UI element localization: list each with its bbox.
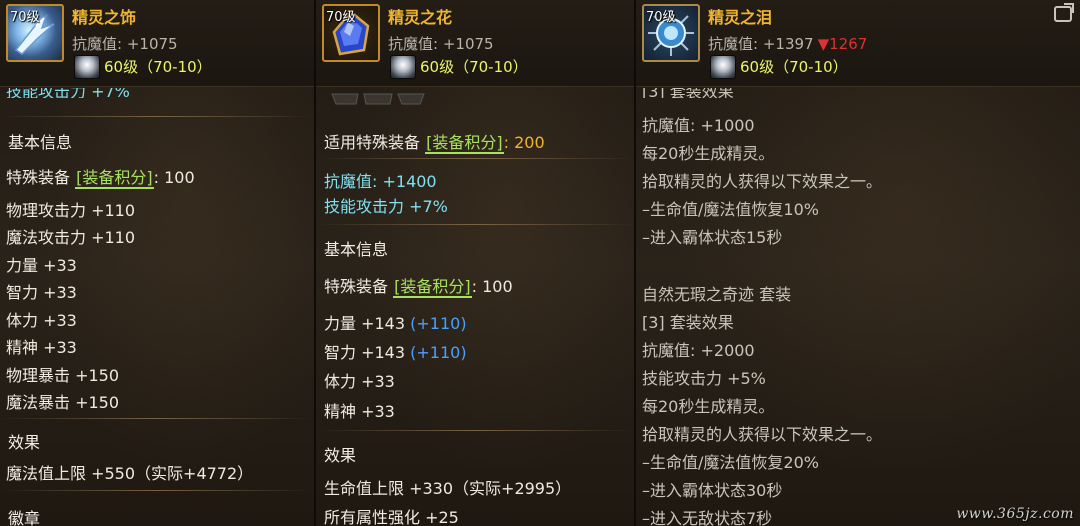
special-equip-value: : 100	[471, 277, 513, 296]
diamond-grade-icon	[710, 55, 736, 79]
special-equip-label: 特殊装备	[6, 168, 71, 187]
applicable-value: : 200	[503, 133, 545, 152]
equip-score-tag[interactable]: [装备积分]	[425, 133, 504, 154]
diamond-grade-icon	[74, 55, 100, 79]
resist-compare-down: ▼1267	[817, 35, 868, 53]
resist-number: : +1075	[433, 35, 494, 53]
level-badge: 70级	[646, 10, 676, 25]
stat-bonus: (+110)	[410, 314, 467, 333]
special-equip-value: : 100	[153, 168, 195, 187]
grade-text: 60级（70-10）	[740, 58, 848, 76]
set-effect-line: –生命值/魔法值恢复10%	[642, 200, 819, 219]
stat-str: 力量 +143	[324, 314, 406, 333]
tooltip-header: 70级 精灵之饰 抗魔值: +1075 60级（70-10）	[0, 0, 314, 87]
item-name: 精灵之饰	[72, 8, 137, 27]
resist-label: 抗魔值	[388, 35, 434, 53]
item-name: 精灵之花	[388, 8, 453, 27]
resist-value: 抗魔值: +1397 ▼1267	[708, 33, 867, 54]
set-effect-line: –生命值/魔法值恢复20%	[642, 453, 819, 472]
section-emblem: 徽章	[8, 509, 41, 526]
watermark: www.365jz.com	[956, 506, 1074, 522]
stat-line: 力量 +33	[6, 256, 77, 275]
special-equip-line: 特殊装备 [装备积分]: 100	[6, 164, 195, 189]
set-effect-line: 每20秒生成精灵。	[642, 144, 775, 163]
section-basic-info: 基本信息	[324, 240, 389, 259]
item-tooltip-ornament: 70级 精灵之饰 抗魔值: +1075 60级（70-10） 技能攻击力 +7%…	[0, 0, 314, 526]
equip-score-tag[interactable]: [装备积分]	[393, 277, 472, 298]
set-effect-line: 拾取精灵的人获得以下效果之一。	[642, 172, 883, 191]
set-effect-line: –进入霸体状态15秒	[642, 228, 783, 247]
set-name-line: 自然无瑕之奇迹 套装	[642, 285, 792, 304]
stat-bonus: (+110)	[410, 343, 467, 362]
special-equip-line: 特殊装备 [装备积分]: 100	[324, 273, 513, 298]
grade-text: 60级（70-10）	[104, 58, 212, 76]
tear-crystal-icon[interactable]: 70级	[642, 4, 700, 62]
stat-line: 力量 +143 (+110)	[324, 310, 467, 334]
set-effect-line: 抗魔值: +2000	[642, 341, 755, 360]
glasses-icon	[331, 93, 425, 105]
stat-line: 魔法攻击力 +110	[6, 228, 136, 247]
divider	[316, 430, 634, 431]
divider	[316, 224, 634, 225]
level-badge: 70级	[10, 10, 40, 25]
diamond-grade-icon	[390, 55, 416, 79]
stat-line: 体力 +33	[6, 311, 77, 330]
cut-top-line: 技能攻击力 +7%	[6, 88, 130, 98]
section-basic-info: 基本信息	[8, 133, 73, 152]
set-effect-line: –进入霸体状态30秒	[642, 481, 783, 500]
set-effect-line: 抗魔值: +1000	[642, 116, 755, 135]
equip-score-tag[interactable]: [装备积分]	[75, 168, 154, 189]
divider	[316, 158, 634, 159]
tooltip-header: 70级 精灵之花 抗魔值: +1075 60级（70-10）	[316, 0, 634, 87]
stat-int: 智力 +143	[324, 343, 406, 362]
resist-value: 抗魔值: +1075	[388, 33, 494, 54]
level-badge: 70级	[326, 10, 356, 25]
section-effect: 效果	[8, 433, 41, 452]
resist-value: 抗魔值: +1075	[72, 33, 178, 54]
resist-number: : +1075	[117, 35, 178, 53]
divider	[0, 418, 314, 419]
item-name: 精灵之泪	[708, 8, 773, 27]
set-effect-line: 拾取精灵的人获得以下效果之一。	[642, 425, 883, 444]
stat-line: 智力 +33	[6, 283, 77, 302]
flower-gem-icon[interactable]: 70级	[322, 4, 380, 62]
stat-line: 智力 +143 (+110)	[324, 339, 467, 363]
special-equip-label: 特殊装备	[324, 277, 389, 296]
stat-line: 魔法暴击 +150	[6, 393, 120, 412]
item-tooltip-flower: 70级 精灵之花 抗魔值: +1075 60级（70-10） 适用特殊装备 [装…	[316, 0, 634, 526]
effect-line: 生命值上限 +330（实际+2995）	[324, 479, 572, 498]
resist-stat-line: 抗魔值: +1400	[324, 172, 437, 191]
divider	[0, 490, 314, 491]
resist-label: 抗魔值	[708, 35, 754, 53]
set-effect-line: 技能攻击力 +5%	[642, 369, 766, 388]
resist-label: 抗魔值	[72, 35, 118, 53]
section-effect: 效果	[324, 446, 357, 465]
grade-text: 60级（70-10）	[420, 58, 528, 76]
stat-line: 精神 +33	[324, 402, 395, 421]
skill-attack-line: 技能攻击力 +7%	[324, 197, 448, 216]
set-effect-line: [3] 套装效果	[642, 313, 734, 332]
set-effect-line: [3] 套装效果	[642, 88, 734, 98]
share-icon[interactable]	[1054, 6, 1072, 22]
ornament-icon[interactable]: 70级	[6, 4, 64, 62]
stat-line: 体力 +33	[324, 372, 395, 391]
effect-line: 魔法值上限 +550（实际+4772）	[6, 464, 254, 483]
stat-line: 物理攻击力 +110	[6, 201, 136, 220]
applicable-label: 适用特殊装备	[324, 133, 421, 152]
resist-number: : +1397	[753, 35, 814, 53]
stat-line: 精神 +33	[6, 338, 77, 357]
divider	[0, 116, 314, 117]
tooltip-header: 70级 精灵之泪 抗魔值: +1397 ▼1267 60级（70-10）	[636, 0, 1080, 87]
stat-line: 物理暴击 +150	[6, 366, 120, 385]
effect-line: 所有属性强化 +25	[324, 508, 459, 526]
applicable-equip-line: 适用特殊装备 [装备积分]: 200	[324, 129, 545, 154]
set-effect-line: –进入无敌状态7秒	[642, 509, 773, 526]
set-effect-line: 每20秒生成精灵。	[642, 397, 775, 416]
item-tooltip-tear: 70级 精灵之泪 抗魔值: +1397 ▼1267 60级（70-10） [3] …	[636, 0, 1080, 526]
